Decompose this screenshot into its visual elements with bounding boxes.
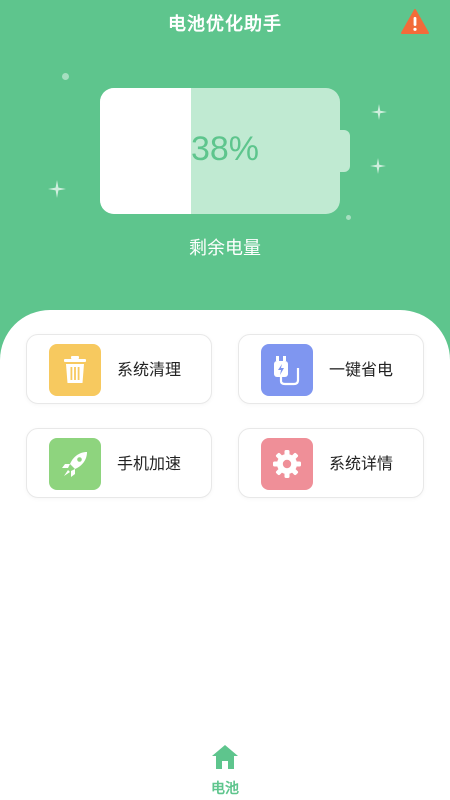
gear-icon xyxy=(261,438,313,490)
charger-plug-icon xyxy=(261,344,313,396)
tab-battery[interactable]: 电池 xyxy=(195,744,255,800)
power-save-label: 一键省电 xyxy=(329,360,394,379)
sparkle-star-icon xyxy=(48,180,66,198)
page-title: 电池优化助手 xyxy=(168,14,282,35)
system-clean-label: 系统清理 xyxy=(117,360,182,379)
battery-percent: 38% xyxy=(190,130,260,168)
phone-speedup-button[interactable]: 手机加速 xyxy=(26,428,212,498)
sparkle-dot xyxy=(346,215,351,220)
bottom-tab-bar: 电池 xyxy=(0,740,450,800)
power-save-button[interactable]: 一键省电 xyxy=(238,334,424,404)
tab-battery-label: 电池 xyxy=(211,781,239,797)
phone-speedup-label: 手机加速 xyxy=(117,454,182,473)
trash-icon xyxy=(49,344,101,396)
sparkle-star-icon xyxy=(371,104,387,120)
rocket-icon xyxy=(49,438,101,490)
remaining-power-label: 剩余电量 xyxy=(189,238,261,259)
sparkle-star-icon xyxy=(370,158,386,174)
system-clean-button[interactable]: 系统清理 xyxy=(26,334,212,404)
warning-icon[interactable] xyxy=(400,8,430,36)
system-details-button[interactable]: 系统详情 xyxy=(238,428,424,498)
home-icon xyxy=(212,745,238,769)
sparkle-dot xyxy=(62,73,69,80)
system-details-label: 系统详情 xyxy=(329,454,394,473)
